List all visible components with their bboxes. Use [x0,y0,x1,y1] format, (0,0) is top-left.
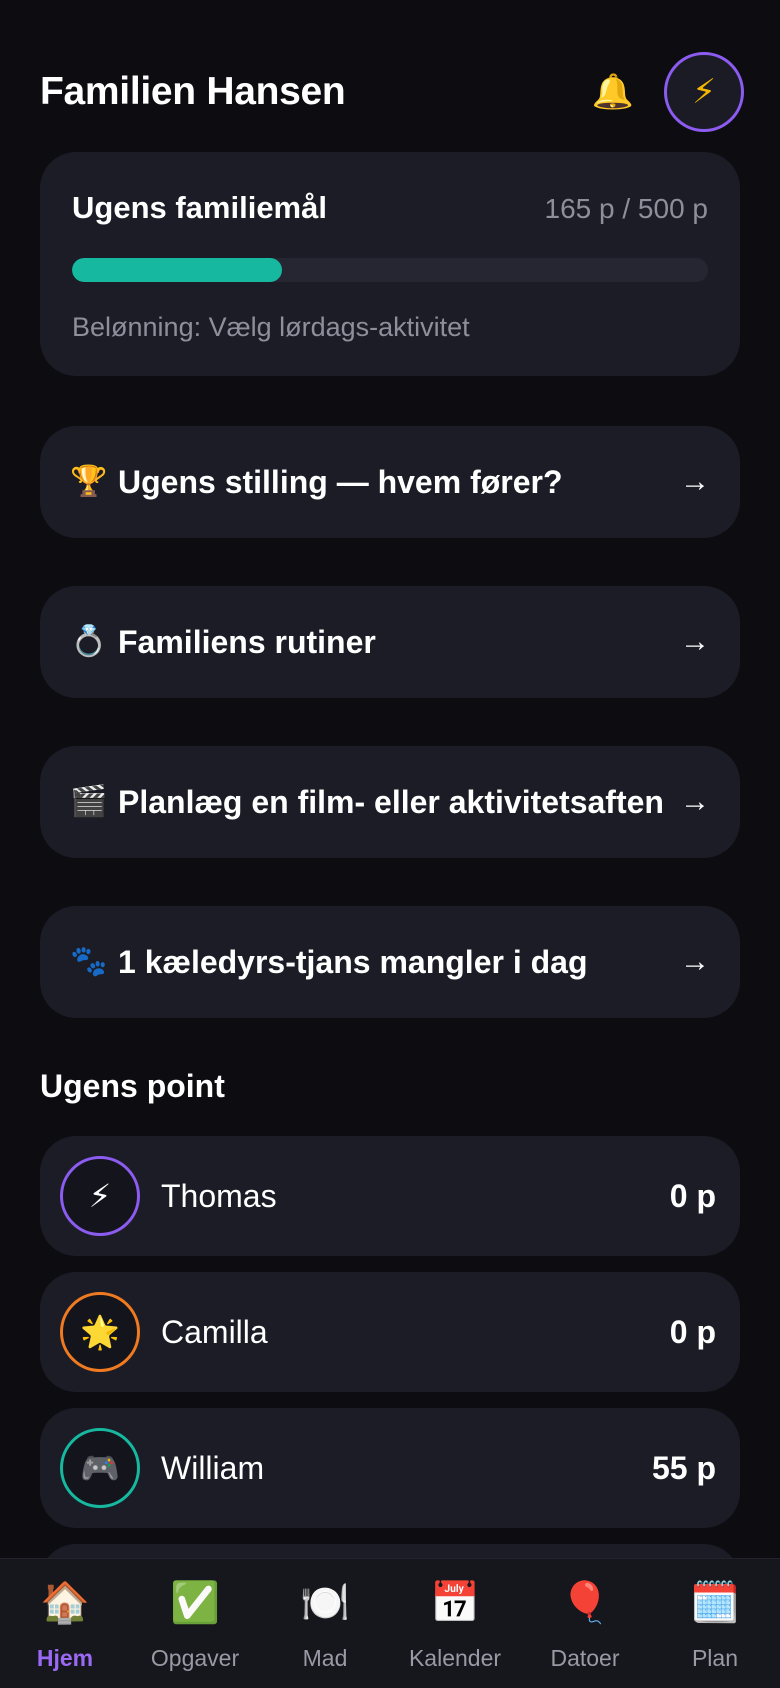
action-label: Planlæg en film- eller aktivitetsaften [118,783,664,820]
spiral-calendar-icon: 🗓️ [690,1581,740,1625]
nav-item-kalender[interactable]: 📅 Kalender [390,1559,520,1688]
arrow-right-icon: → [680,945,710,978]
action-leaderboard[interactable]: 🏆 Ugens stilling — hvem fører? → [40,426,740,538]
member-name: Camilla [161,1313,268,1350]
star-icon: 🌟 [80,1314,120,1350]
goal-reward: Belønning: Vælg lørdags-aktivitet [72,312,470,342]
action-movie-night[interactable]: 🎬 Planlæg en film- eller aktivitetsaften… [40,746,740,858]
action-label: Ugens stilling — hvem fører? [118,463,563,500]
section-title-points: Ugens point [40,1068,225,1104]
gamepad-icon: 🎮 [80,1450,120,1486]
nav-item-hjem[interactable]: 🏠 Hjem [0,1559,130,1688]
nav-label: Kalender [408,1645,502,1671]
nav-item-plan[interactable]: 🗓️ Plan [650,1559,780,1688]
avatar: 🌟 [60,1292,140,1372]
goal-progress-bar [72,258,708,282]
nav-item-datoer[interactable]: 🎈 Datoer [520,1559,650,1688]
trophy-icon: 🏆 [70,465,108,498]
bottom-nav: 🏠 Hjem ✅ Opgaver 🍽️ Mad 📅 Kalender 🎈 Dat… [0,1558,780,1688]
nav-label: Plan [691,1645,739,1671]
plate-icon: 🍽️ [300,1581,350,1625]
weekly-goal-card[interactable]: Ugens familiemål 165 p / 500 p Belønning… [40,152,740,376]
house-icon: 🏠 [40,1581,90,1625]
goal-points: 165 p / 500 p [544,193,708,224]
goal-progress-fill [72,258,282,282]
nav-label: Mad [302,1645,348,1671]
member-points: 0 p [669,1177,716,1214]
bell-icon[interactable]: 🔔 [592,75,634,109]
avatar: ⚡ [60,1156,140,1236]
nav-label: Datoer [550,1645,620,1671]
member-points: 0 p [669,1313,716,1350]
member-row-thomas[interactable]: ⚡ Thomas 0 p [40,1136,740,1256]
profile-avatar-button[interactable]: ⚡ [664,52,744,132]
nav-label: Opgaver [150,1645,240,1671]
avatar: 🎮 [60,1428,140,1508]
nav-item-mad[interactable]: 🍽️ Mad [260,1559,390,1688]
balloon-icon: 🎈 [560,1581,610,1625]
paw-prints-icon: 🐾 [70,945,108,978]
member-row-william[interactable]: 🎮 William 55 p [40,1408,740,1528]
calendar-icon: 📅 [430,1581,480,1625]
ring-icon: 💍 [70,625,108,658]
action-routines[interactable]: 💍 Familiens rutiner → [40,586,740,698]
nav-label: Hjem [36,1645,94,1671]
member-points: 55 p [651,1449,716,1486]
member-row-camilla[interactable]: 🌟 Camilla 0 p [40,1272,740,1392]
arrow-right-icon: → [680,625,710,658]
member-name: William [161,1449,265,1486]
goal-title: Ugens familiemål [72,190,327,225]
header: Familien Hansen 🔔 ⚡ [40,52,744,132]
lightning-icon: ⚡ [88,1178,112,1214]
checkmark-icon: ✅ [170,1581,220,1625]
arrow-right-icon: → [680,785,710,818]
nav-item-opgaver[interactable]: ✅ Opgaver [130,1559,260,1688]
arrow-right-icon: → [680,465,710,498]
member-name: Thomas [161,1177,277,1214]
action-label: Familiens rutiner [118,623,376,660]
action-label: 1 kæledyrs-tjans mangler i dag [118,943,588,980]
lightning-icon: ⚡ [692,73,716,111]
clapperboard-icon: 🎬 [70,785,108,818]
home-screen: Familien Hansen 🔔 ⚡ Ugens familiemål 165… [0,0,780,1688]
action-pet-chores[interactable]: 🐾 1 kæledyrs-tjans mangler i dag → [40,906,740,1018]
page-title: Familien Hansen [40,70,346,113]
